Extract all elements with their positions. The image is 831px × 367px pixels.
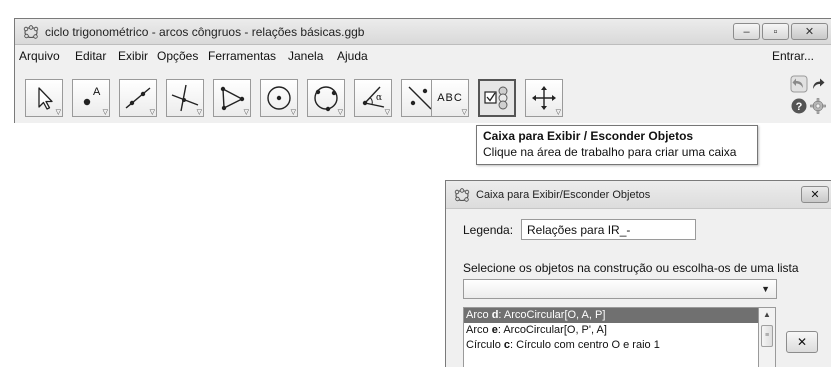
dropdown-triangle-icon: ▽ bbox=[102, 109, 108, 116]
object-type: Arco bbox=[466, 309, 492, 321]
text-tool-button[interactable]: ABC ▽ bbox=[431, 79, 469, 117]
geogebra-main-window: ciclo trigonométrico - arcos côngruos - … bbox=[14, 18, 831, 123]
line-tool-button[interactable]: ▽ bbox=[119, 79, 157, 117]
dropdown-triangle-icon: ▽ bbox=[461, 109, 467, 116]
scrollbar-thumb[interactable]: ≡ bbox=[761, 325, 773, 347]
close-button[interactable]: ✕ bbox=[791, 23, 828, 40]
undo-button[interactable] bbox=[790, 75, 808, 93]
circle-three-points-tool-button[interactable]: ▽ bbox=[307, 79, 345, 117]
show-hide-dialog: Caixa para Exibir/Esconder Objetos ✕ Leg… bbox=[445, 180, 831, 367]
menu-ajuda[interactable]: Ajuda bbox=[337, 49, 368, 63]
minimize-button[interactable]: – bbox=[733, 23, 760, 40]
menu-arquivo[interactable]: Arquivo bbox=[19, 49, 60, 63]
redo-button[interactable] bbox=[809, 75, 827, 93]
menu-bar: Arquivo Editar Exibir Opções Ferramentas… bbox=[15, 46, 831, 66]
dropdown-triangle-icon: ▽ bbox=[55, 109, 61, 116]
angle-tool-button[interactable]: α ▽ bbox=[354, 79, 392, 117]
text-icon: ABC bbox=[437, 92, 463, 104]
maximize-button[interactable]: ▫ bbox=[762, 23, 789, 40]
settings-button[interactable] bbox=[809, 97, 827, 115]
object-definition: : ArcoCircular[O, P', A] bbox=[497, 324, 607, 336]
login-menu[interactable]: Entrar... bbox=[772, 49, 814, 63]
move-view-tool-button[interactable]: ▽ bbox=[525, 79, 563, 117]
select-objects-label: Selecione os objetos na construção ou es… bbox=[463, 261, 799, 275]
menu-ferramentas[interactable]: Ferramentas bbox=[208, 49, 276, 63]
list-item-arco-e[interactable]: Arco e: ArcoCircular[O, P', A] bbox=[464, 323, 758, 338]
dropdown-triangle-icon: ▽ bbox=[290, 109, 296, 116]
move-tool-button[interactable]: ▽ bbox=[25, 79, 63, 117]
chevron-down-icon: ▼ bbox=[761, 284, 770, 294]
settings-icon bbox=[810, 98, 826, 114]
menu-opcoes[interactable]: Opções bbox=[157, 49, 198, 63]
title-bar: ciclo trigonométrico - arcos côngruos - … bbox=[15, 19, 831, 45]
tooltip-title: Caixa para Exibir / Esconder Objetos bbox=[483, 129, 694, 143]
checkbox-show-hide-icon bbox=[484, 86, 508, 110]
selected-objects-list[interactable]: Arco d: ArcoCircular[O, A, P] Arco e: Ar… bbox=[463, 307, 759, 367]
dialog-title: Caixa para Exibir/Esconder Objetos bbox=[476, 189, 651, 201]
dropdown-triangle-icon: ▽ bbox=[149, 109, 155, 116]
perpendicular-tool-button[interactable]: ▽ bbox=[166, 79, 204, 117]
menu-editar[interactable]: Editar bbox=[75, 49, 106, 63]
dropdown-triangle-icon: ▽ bbox=[337, 109, 343, 116]
dialog-close-button[interactable]: ✕ bbox=[801, 186, 829, 203]
window-title: ciclo trigonométrico - arcos côngruos - … bbox=[45, 25, 365, 39]
help-button[interactable]: ? bbox=[790, 97, 808, 115]
undo-icon bbox=[790, 75, 808, 93]
help-icon: ? bbox=[791, 98, 807, 114]
dropdown-triangle-icon: ▽ bbox=[243, 109, 249, 116]
point-tool-button[interactable]: A ▽ bbox=[72, 79, 110, 117]
menu-janela[interactable]: Janela bbox=[288, 49, 323, 63]
legend-input[interactable] bbox=[521, 219, 696, 240]
object-type: Arco bbox=[466, 324, 492, 336]
scroll-up-icon[interactable]: ▲ bbox=[763, 310, 771, 319]
objects-dropdown[interactable]: ▼ bbox=[463, 279, 777, 299]
toolbar: ▽ A ▽ ▽ ▽ ▽ ▽ ▽ α ▽ ABC ▽ ▽ ? bbox=[15, 67, 831, 123]
legend-label: Legenda: bbox=[463, 223, 514, 237]
dialog-title-bar: Caixa para Exibir/Esconder Objetos ✕ bbox=[446, 181, 831, 209]
geogebra-logo-icon bbox=[454, 188, 470, 202]
circle-tool-button[interactable]: ▽ bbox=[260, 79, 298, 117]
polygon-tool-button[interactable]: ▽ bbox=[213, 79, 251, 117]
angle-label: α bbox=[376, 93, 382, 103]
list-item-arco-d[interactable]: Arco d: ArcoCircular[O, A, P] bbox=[464, 308, 758, 323]
tooltip-body: Clique na área de trabalho para criar um… bbox=[483, 145, 737, 159]
menu-exibir[interactable]: Exibir bbox=[118, 49, 148, 63]
remove-object-button[interactable]: ✕ bbox=[786, 331, 818, 353]
point-label: A bbox=[93, 86, 101, 98]
list-item-circulo-c[interactable]: Círculo c: Círculo com centro O e raio 1 bbox=[464, 338, 758, 353]
dropdown-triangle-icon: ▽ bbox=[196, 109, 202, 116]
svg-text:?: ? bbox=[796, 101, 803, 113]
tool-tooltip: Caixa para Exibir / Esconder Objetos Cli… bbox=[476, 125, 758, 165]
object-type: Círculo bbox=[466, 339, 504, 351]
object-definition: : Círculo com centro O e raio 1 bbox=[510, 339, 660, 351]
object-definition: : ArcoCircular[O, A, P] bbox=[498, 309, 606, 321]
dropdown-triangle-icon: ▽ bbox=[555, 109, 561, 116]
checkbox-tool-button[interactable] bbox=[478, 79, 516, 117]
list-scrollbar[interactable]: ▲ ≡ bbox=[759, 307, 776, 367]
geogebra-logo-icon bbox=[23, 25, 39, 39]
dropdown-triangle-icon: ▽ bbox=[384, 109, 390, 116]
redo-icon bbox=[813, 78, 825, 89]
